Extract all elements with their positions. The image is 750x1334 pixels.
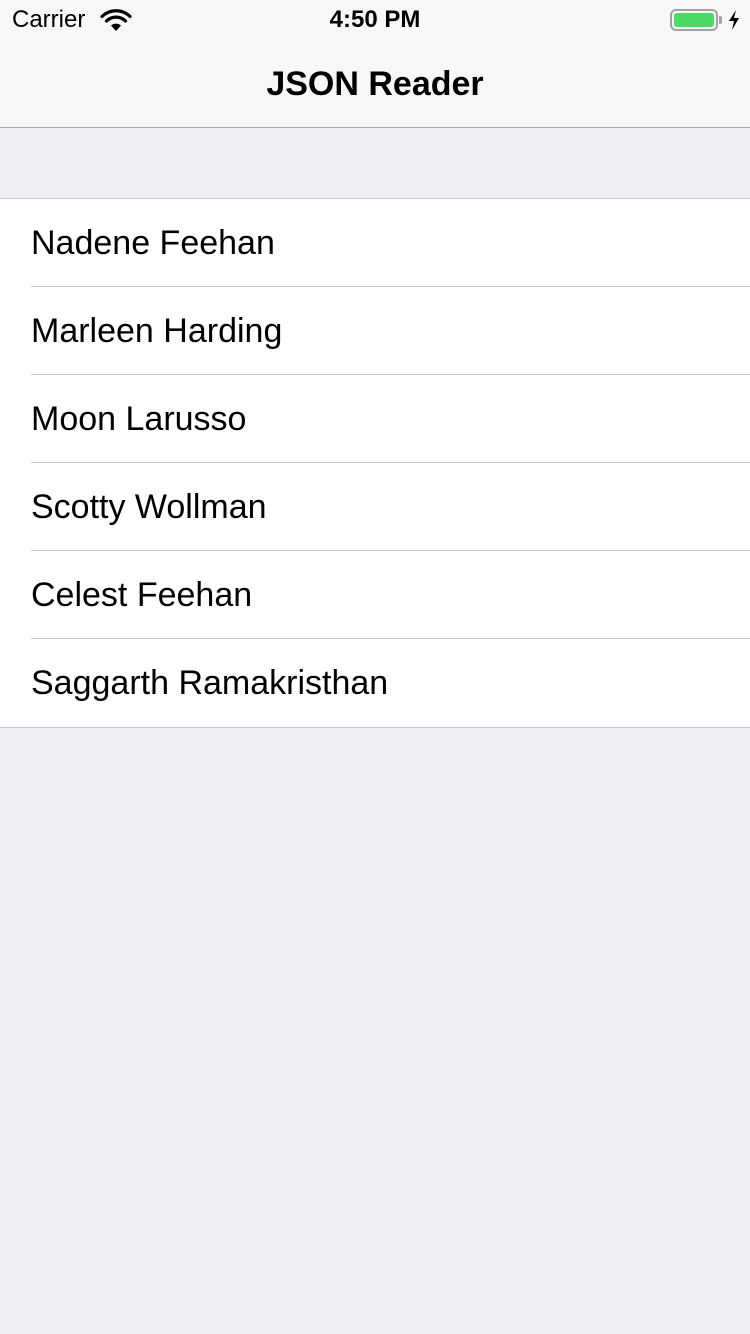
table-row[interactable]: Marleen Harding (0, 287, 750, 375)
row-label: Saggarth Ramakristhan (31, 664, 389, 702)
table-row[interactable]: Nadene Feehan (0, 199, 750, 287)
battery-icon (670, 9, 718, 31)
status-time: 4:50 PM (329, 6, 421, 33)
battery-nub (719, 16, 722, 24)
table-row[interactable]: Scotty Wollman (0, 463, 750, 551)
names-table: Nadene Feehan Marleen Harding Moon Larusso… (0, 198, 750, 728)
table-row[interactable]: Celest Feehan (0, 551, 750, 639)
charging-bolt-icon (729, 10, 739, 30)
row-label: Marleen Harding (31, 312, 283, 350)
row-label: Nadene Feehan (31, 224, 275, 262)
navigation-bar: Carrier 4:50 PM JSON Reader (0, 0, 750, 128)
page-title: JSON Reader (266, 65, 484, 103)
table-row[interactable]: Moon Larusso (0, 375, 750, 463)
status-bar: Carrier 4:50 PM (0, 0, 750, 40)
row-label: Celest Feehan (31, 576, 253, 614)
row-label: Moon Larusso (31, 400, 247, 438)
battery-fill (674, 13, 714, 27)
table-row[interactable]: Saggarth Ramakristhan (0, 639, 750, 727)
row-label: Scotty Wollman (31, 488, 267, 526)
